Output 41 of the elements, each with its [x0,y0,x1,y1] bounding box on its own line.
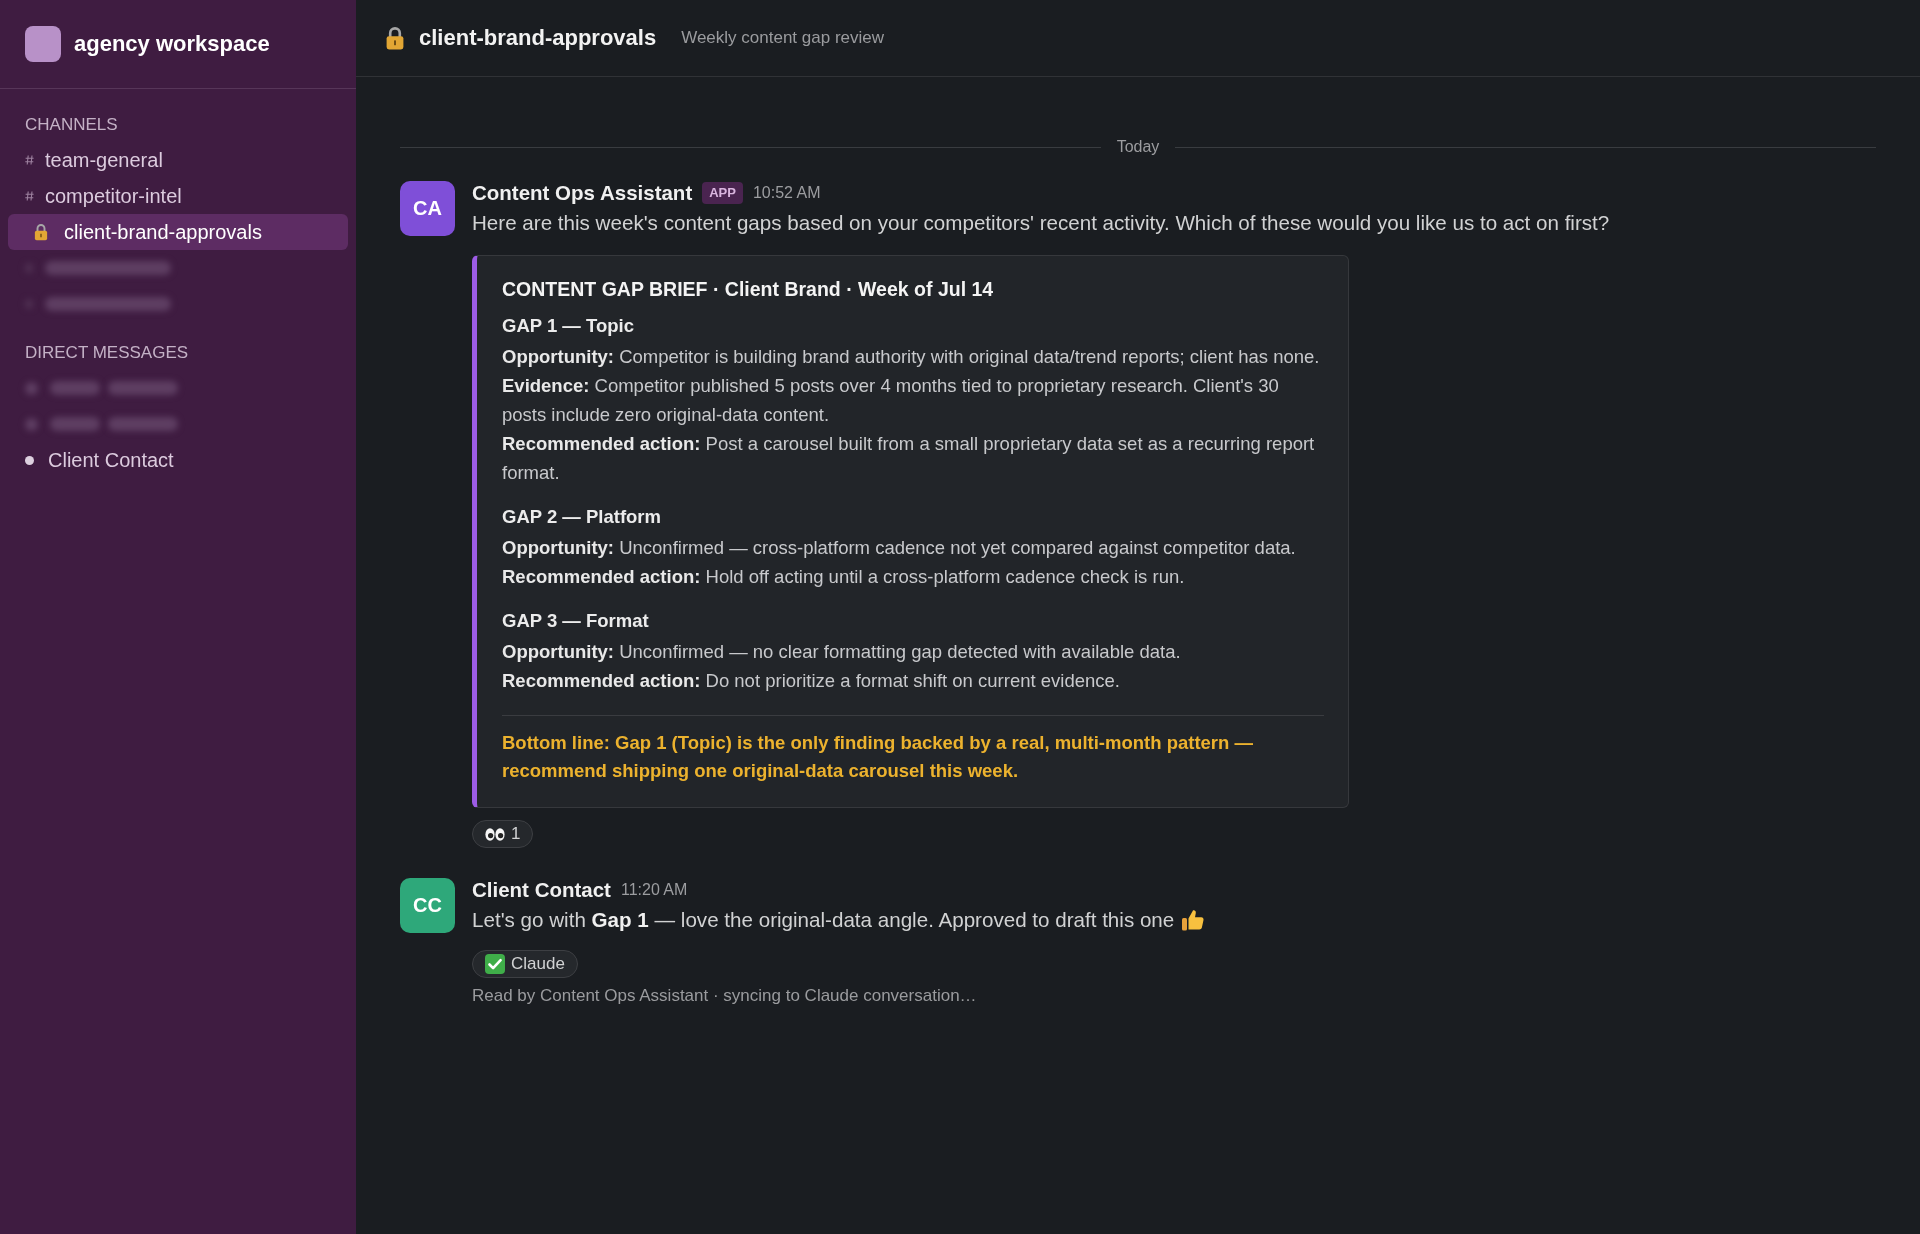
reaction-button[interactable]: 1 [472,820,534,848]
channel-item[interactable]: competitor-intel [8,178,348,214]
gap-heading: GAP 3 — Format [502,609,650,633]
timestamp: 10:52 AM [752,184,821,202]
gap-detail: Recommended action: Do not prioritize a format shift on current evidence. [502,669,1121,693]
channel-title: client-brand-approvals [419,25,657,51]
gap-detail: Evidence: Competitor published 5 posts over 4 months tied to proprietary research. Client's 30 posts include zero original-data content. [502,374,1280,427]
hash-icon [25,155,34,165]
section-heading: CHANNELS [24,115,119,135]
channel-topic: Weekly content gap review [681,28,884,48]
gap-detail: Opportunity: Unconfirmed — no clear formatting gap detected with available data. [502,640,1182,664]
reaction-button[interactable]: Claude [472,950,578,978]
workspace-logo-icon [25,26,61,62]
read-receipt: Read by Content Ops Assistant · syncing to Claude conversation… [472,985,978,1007]
timestamp: 11:20 AM [620,881,688,899]
check-mark-icon [485,954,505,974]
app-badge: APP [702,182,743,204]
workspace-name: agency workspace [74,31,270,57]
gap-heading: GAP 2 — Platform [502,505,662,529]
gap-detail: Opportunity: Competitor is building brand authority with original data/trend reports; client has none. [502,345,1321,369]
message-text: Let's go with Gap 1 — love the original-data angle. Approved to draft this one [472,907,1175,933]
bottom-line: Bottom line: Gap 1 (Topic) is the only finding backed by a real, multi-month pattern — recommend shipping one original-data carousel this week. [502,731,1254,783]
message-text: Here are this week's content gaps based on your competitors' recent activity. Which of these would you like us to act on first? [472,210,1610,236]
avatar: CC [400,878,455,933]
author-name: Content Ops Assistant [472,181,693,205]
channel-item[interactable]: client-brand-approvals [8,214,348,250]
avatar: CA [400,181,455,236]
gap-detail: Recommended action: Hold off acting until a cross-platform cadence check is run. [502,565,1186,589]
brief-title: CONTENT GAP BRIEF · Client Brand · Week of Jul 14 [502,277,995,301]
date-label: Today [1116,137,1160,157]
gap-detail: Recommended action: Post a carousel built from a small proprietary data set as a recurring report format. [502,432,1316,485]
author-name: Client Contact [472,878,611,902]
presence-dot-icon [25,455,34,465]
padlock-icon [34,223,48,241]
eyes-icon [485,827,505,841]
dm-item[interactable]: Client Contact [8,442,348,478]
gap-detail: Opportunity: Unconfirmed — cross-platform cadence not yet compared against competitor data. [502,536,1297,560]
gap-heading: GAP 1 — Topic [502,314,635,338]
hash-icon [25,191,34,201]
section-heading: DIRECT MESSAGES [24,343,190,363]
channel-item[interactable]: team-general [8,142,348,178]
